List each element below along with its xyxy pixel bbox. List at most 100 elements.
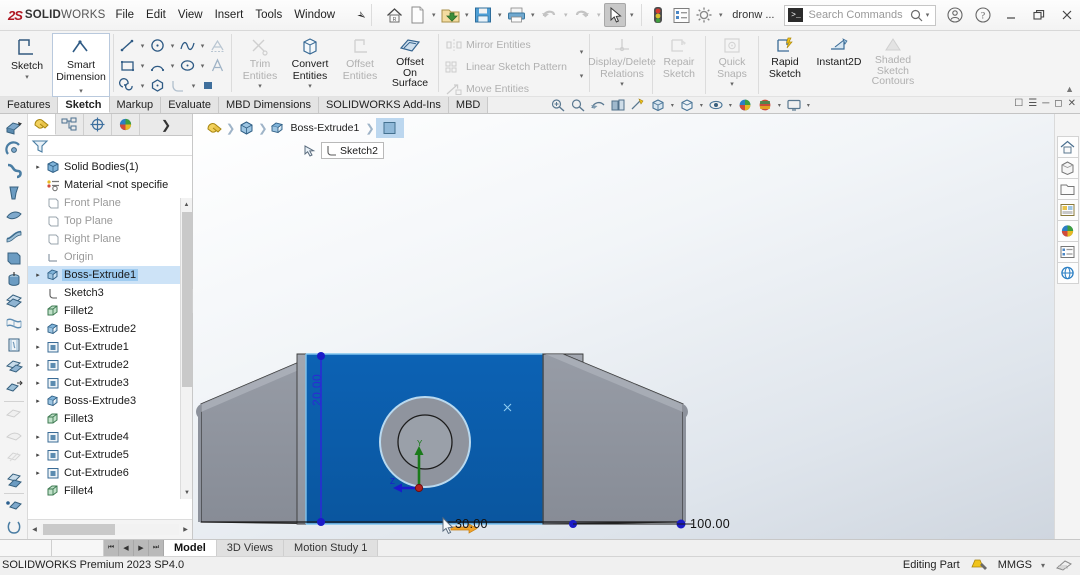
gear-caret[interactable]: ▾ [716,11,725,19]
expander-icon[interactable]: ▸ [32,379,44,387]
rapid-sketch-button[interactable]: Rapid Sketch [760,33,810,80]
convert-entities-button[interactable]: Convert Entities ▾ [285,33,335,91]
tab-motion-study-1[interactable]: Motion Study 1 [284,540,379,556]
circle-caret[interactable]: ▾ [168,42,177,50]
breadcrumb-solid-icon[interactable] [236,118,257,138]
measure-icon[interactable] [628,97,647,113]
trim-entities-dropdown[interactable]: ▾ [258,82,262,91]
tab-solidworks-addins[interactable]: SOLIDWORKS Add-Ins [318,97,449,113]
instant2d-button[interactable]: Instant2D [810,33,868,69]
move-entities-button[interactable]: Move Entities [442,79,567,98]
breadcrumb-tooltip-box[interactable]: Sketch2 [321,142,384,159]
menu-item-tools[interactable]: Tools [255,9,282,21]
sketch-fillet-caret[interactable]: ▾ [189,82,198,90]
expander-icon[interactable]: ▸ [32,325,44,333]
hscroll-thumb[interactable] [43,524,115,535]
line-caret[interactable]: ▾ [138,42,147,50]
tab-markup[interactable]: Markup [109,97,162,113]
hscroll-track[interactable] [41,524,179,535]
tree-node-cut-extrude2[interactable]: ▸ Cut-Extrude2 [28,356,192,374]
open-folder-icon[interactable] [439,3,461,27]
gear-icon[interactable] [693,3,715,27]
trim-surface-icon[interactable] [2,404,26,426]
right-rib-face[interactable] [542,353,584,525]
doc-minimize-icon[interactable]: ─ [1042,98,1049,109]
scrollbar-thumb[interactable] [182,212,192,387]
smart-dimension-dropdown[interactable]: ▾ [79,87,83,96]
extruded-boss-icon[interactable] [2,117,26,139]
smart-dimension-button[interactable]: Smart Dimension ▾ [52,33,110,97]
tree-node-material[interactable]: Material <not specifie [28,176,192,194]
extend-surface-icon[interactable] [2,377,26,399]
custom-properties-icon[interactable] [1056,241,1079,263]
polygon-icon[interactable] [147,76,168,95]
horizontal-dimension-100-value[interactable]: 100.00 [690,517,730,531]
spline-icon[interactable] [177,36,198,55]
text-a-icon[interactable] [207,56,228,75]
quick-snaps-dropdown[interactable]: ▾ [730,80,734,89]
tree-node-cut-extrude3[interactable]: ▸ Cut-Extrude3 [28,374,192,392]
prev-tab-button[interactable]: ◀ [119,540,134,556]
filter-icon[interactable] [31,138,49,154]
tab-evaluate[interactable]: Evaluate [161,97,219,113]
tree-node-cut-extrude6[interactable]: ▸ Cut-Extrude6 [28,464,192,482]
tab-features[interactable]: Features [0,97,59,113]
move-face-icon[interactable] [2,496,26,518]
doc-close-icon[interactable]: ✕ [1068,98,1076,109]
zoom-to-area-icon[interactable] [568,97,587,113]
viewport-caret[interactable]: ▾ [804,102,812,109]
menu-item-window[interactable]: Window [294,9,335,21]
zoom-to-fit-icon[interactable] [548,97,567,113]
menu-item-view[interactable]: View [178,9,203,21]
rectangle-icon[interactable] [117,56,138,75]
graphics-viewport[interactable]: ❯ ❯ Boss-Extrude1 ❯ Sketch2 20.00 30.00 … [193,114,1054,539]
solidworks-resources-icon[interactable] [1056,136,1079,158]
apply-scene-icon[interactable] [735,97,754,113]
dimension-point-right[interactable] [676,519,686,529]
rectangle-caret[interactable]: ▾ [138,62,147,70]
menu-item-insert[interactable]: Insert [215,9,244,21]
3dexperience-icon[interactable] [1056,262,1079,284]
slot-caret[interactable]: ▾ [138,82,147,90]
options-list-icon[interactable] [670,3,692,27]
display-delete-relations-button[interactable]: Display/Delete Relations ▾ [588,33,656,89]
tree-node-fillet3[interactable]: Fillet3 [28,410,192,428]
feature-manager-tab[interactable] [28,114,56,135]
feature-tree-list[interactable]: ▸ Solid Bodies(1) Material <not specifie… [28,156,192,519]
breadcrumb-face[interactable] [375,118,404,138]
fillet-surface-icon[interactable] [2,225,26,247]
design-library-icon[interactable] [1056,157,1079,179]
dimension-point-mid[interactable] [569,520,577,528]
view-orientation-icon[interactable] [648,97,667,113]
select-caret[interactable]: ▾ [627,11,636,19]
planar-surface-icon[interactable] [2,247,26,269]
expander-icon[interactable]: ▸ [32,163,44,171]
repair-sketch-button[interactable]: Repair Sketch [654,33,704,80]
linear-sketch-pattern-button[interactable]: Linear Sketch Pattern [442,57,567,76]
home-icon[interactable]: R [383,3,405,27]
horizontal-dimension-30-value[interactable]: 30.00 [455,517,488,531]
previous-view-icon[interactable] [588,97,607,113]
view-orientation-caret[interactable]: ▾ [668,102,676,109]
units-caret-icon[interactable]: ▾ [1041,561,1045,570]
expander-icon[interactable]: ▸ [32,343,44,351]
linear-pattern-caret[interactable]: ▾ [577,48,586,56]
minimize-button[interactable] [998,2,1024,28]
sketch-text-icon[interactable] [207,36,228,55]
scroll-left-icon[interactable]: ◀ [28,526,41,533]
tree-node-sketch3[interactable]: Sketch3 [28,284,192,302]
close-button[interactable] [1054,2,1080,28]
spline-caret[interactable]: ▾ [198,42,207,50]
tree-node-boss-extrude3[interactable]: ▸ Boss-Extrude3 [28,392,192,410]
search-icon[interactable] [910,9,923,22]
untrim-surface-icon[interactable] [2,426,26,448]
offset-surface-icon[interactable] [2,291,26,313]
doc-restore-icon[interactable]: ☐ [1014,98,1023,109]
expander-icon[interactable]: ▸ [32,361,44,369]
arc-caret[interactable]: ▾ [168,62,177,70]
breadcrumb-part-icon[interactable] [203,118,225,138]
menu-item-file[interactable]: File [116,9,135,21]
sketch-button-dropdown[interactable]: ▾ [25,73,29,82]
hide-show-items-icon[interactable] [706,97,725,113]
mirror-entities-button[interactable]: Mirror Entities [442,35,567,54]
